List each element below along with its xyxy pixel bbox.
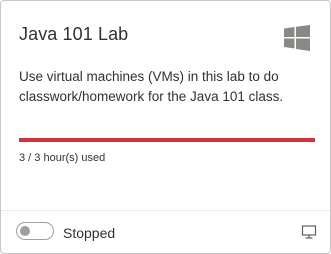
card-divider [1,210,330,211]
usage-text: 3 / 3 hour(s) used [19,152,106,164]
usage-progress-bar [19,138,315,142]
vm-start-toggle[interactable] [16,222,54,240]
windows-logo-icon [284,25,310,51]
lab-title: Java 101 Lab [19,24,129,44]
lab-card: Java 101 Lab Use virtual machines (VMs) … [0,0,331,254]
vm-status-label: Stopped [63,225,116,241]
toggle-knob [20,226,30,236]
usage-progress-fill [19,138,315,142]
lab-description: Use virtual machines (VMs) in this lab t… [19,69,284,104]
monitor-connect-icon[interactable] [301,224,317,240]
